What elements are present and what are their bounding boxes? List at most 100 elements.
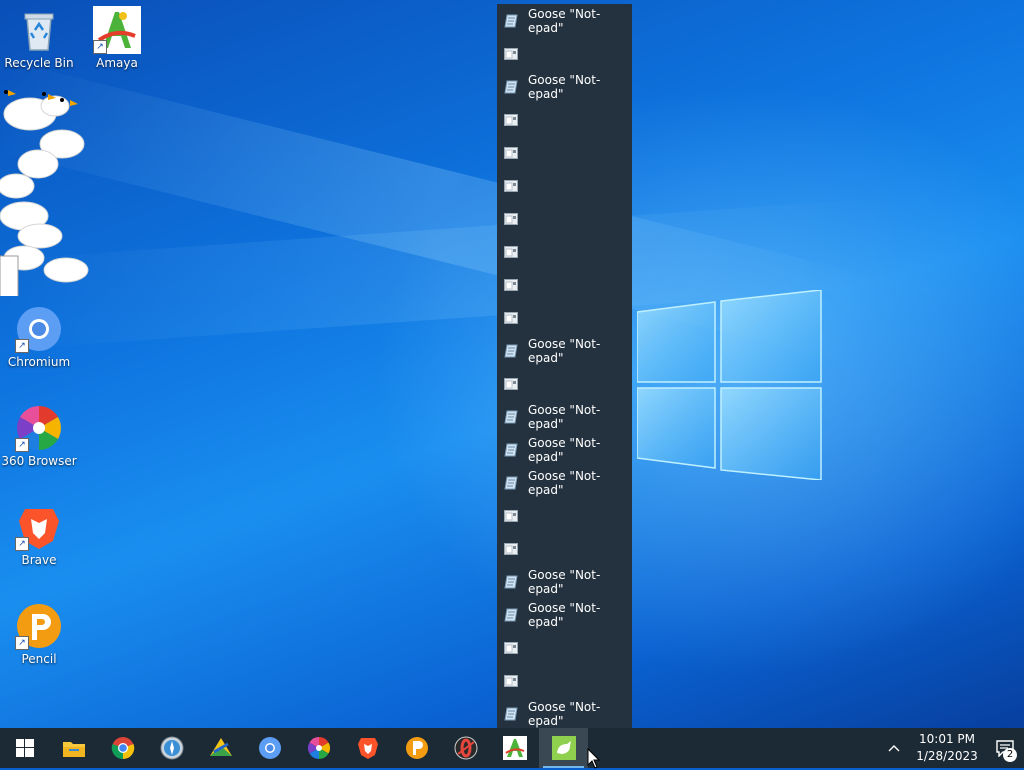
window-icon: [504, 245, 518, 258]
window-list-item[interactable]: [497, 136, 632, 169]
desktop-icon-brave[interactable]: ↗ Brave: [1, 503, 77, 567]
notepad-icon: [504, 344, 518, 357]
window-list-item[interactable]: Goose "Not-epad": [497, 400, 632, 433]
taskbar-360-browser[interactable]: [294, 728, 343, 768]
window-list-item[interactable]: Goose "Not-epad": [497, 466, 632, 499]
window-list-item[interactable]: [497, 202, 632, 235]
desktop-icon-label: 360 Browser: [1, 454, 77, 468]
safari-icon: [160, 736, 183, 760]
desktop-icon-360-browser[interactable]: ↗ 360 Browser: [1, 404, 77, 468]
window-list-item-label: Goose "Not-epad": [528, 567, 601, 596]
start-button[interactable]: [0, 728, 49, 768]
window-list-item-label: Goose "Not-epad": [528, 6, 601, 35]
window-list-item[interactable]: Goose "Not-epad": [497, 70, 632, 103]
window-list-item[interactable]: Goose "Not-epad": [497, 433, 632, 466]
window-list-item[interactable]: [497, 301, 632, 334]
window-icon: [504, 311, 518, 324]
desktop-icon-label: Pencil: [21, 652, 57, 666]
360-browser-icon: ↗: [15, 404, 63, 452]
recycle-bin-icon: [15, 6, 63, 54]
amaya-icon: ↗: [93, 6, 141, 54]
window-list-item[interactable]: [497, 235, 632, 268]
amaya-taskbar-icon: [209, 738, 232, 756]
desktop-icon-chromium[interactable]: ↗ Chromium: [1, 305, 77, 369]
shortcut-arrow-icon: ↗: [15, 537, 29, 551]
window-list-item-label: Goose "Not-epad": [528, 402, 601, 431]
notepad-icon: [504, 608, 518, 621]
taskbar-opera[interactable]: [441, 728, 490, 768]
notepad-icon: [504, 575, 518, 588]
notepad-icon: [504, 443, 518, 456]
window-list-item[interactable]: [497, 37, 632, 70]
window-list-item[interactable]: Goose "Not-epad": [497, 334, 632, 367]
desktop-icon-pencil[interactable]: ↗ Pencil: [1, 602, 77, 666]
window-list-item[interactable]: Goose "Not-epad": [497, 4, 632, 37]
pencil-icon: ↗: [15, 602, 63, 650]
file-explorer-icon: [62, 742, 85, 757]
window-list-item[interactable]: Goose "Not-epad": [497, 697, 632, 728]
taskbar-chromium[interactable]: [245, 728, 294, 768]
360-browser-taskbar-icon: [307, 737, 330, 759]
window-icon: [504, 377, 518, 390]
desktop-icon-label: Recycle Bin: [4, 56, 74, 70]
desktop-icon-label: Brave: [21, 553, 57, 567]
window-list-item[interactable]: [497, 169, 632, 202]
clock-time: 10:01 PM: [919, 732, 975, 746]
desktop-icon-label: Chromium: [7, 355, 71, 369]
window-list-item[interactable]: Goose "Not-epad": [497, 565, 632, 598]
notepad-icon: [504, 410, 518, 423]
pencil-taskbar-icon: [405, 737, 428, 759]
taskbar: 10:01 PM 1/28/2023 2: [0, 728, 1024, 768]
taskbar-goose-notepad[interactable]: [539, 728, 588, 768]
window-list-item[interactable]: [497, 664, 632, 697]
notepad-icon: [504, 14, 518, 27]
window-list-item[interactable]: [497, 631, 632, 664]
notepad-icon: [504, 80, 518, 93]
desktop-icon-label: Amaya: [96, 56, 138, 70]
taskbar-file-explorer[interactable]: [49, 728, 98, 768]
window-icon: [504, 47, 518, 60]
brave-icon: ↗: [15, 503, 63, 551]
action-center-button[interactable]: 2: [986, 728, 1024, 768]
window-list-item[interactable]: [497, 532, 632, 565]
taskbar-amaya-a[interactable]: [490, 728, 539, 768]
window-list-item-label: Goose "Not-epad": [528, 336, 601, 365]
window-icon: [504, 179, 518, 192]
show-hidden-icons-button[interactable]: [880, 744, 908, 752]
window-icon: [504, 542, 518, 555]
window-list-item[interactable]: [497, 103, 632, 136]
shortcut-arrow-icon: ↗: [15, 339, 29, 353]
window-icon: [504, 278, 518, 291]
clock-date: 1/28/2023: [916, 749, 978, 763]
window-list-item-label: Goose "Not-epad": [528, 72, 601, 101]
taskbar-clock[interactable]: 10:01 PM 1/28/2023: [914, 731, 980, 765]
notification-count-badge: 2: [1003, 748, 1017, 762]
taskbar-safari[interactable]: [147, 728, 196, 768]
chromium-taskbar-icon: [258, 737, 281, 759]
desktop-icon-amaya[interactable]: ↗ Amaya: [79, 6, 155, 70]
start-icon: [15, 739, 34, 757]
taskbar-pencil[interactable]: [392, 728, 441, 768]
window-icon: [504, 113, 518, 126]
windows-logo-wallpaper: [637, 290, 822, 480]
taskbar-chrome[interactable]: [98, 728, 147, 768]
desktop-geese-sprites: [0, 90, 89, 296]
window-list-item-label: Goose "Not-epad": [528, 699, 601, 728]
window-list-item[interactable]: [497, 268, 632, 301]
window-icon: [504, 641, 518, 654]
mouse-cursor-icon: [587, 748, 601, 769]
shortcut-arrow-icon: ↗: [93, 40, 107, 54]
window-list-item[interactable]: Goose "Not-epad": [497, 598, 632, 631]
notepad-icon: [504, 707, 518, 720]
desktop-icon-recycle-bin[interactable]: Recycle Bin: [1, 6, 77, 70]
shortcut-arrow-icon: ↗: [15, 636, 29, 650]
taskbar-amaya[interactable]: [196, 728, 245, 768]
window-list-item[interactable]: [497, 499, 632, 532]
window-icon: [504, 674, 518, 687]
system-tray: 10:01 PM 1/28/2023 2: [880, 728, 1024, 768]
window-list-item-label: Goose "Not-epad": [528, 600, 601, 629]
chromium-icon: ↗: [15, 305, 63, 353]
window-list-item[interactable]: [497, 367, 632, 400]
window-icon: [504, 509, 518, 522]
taskbar-brave[interactable]: [343, 728, 392, 768]
